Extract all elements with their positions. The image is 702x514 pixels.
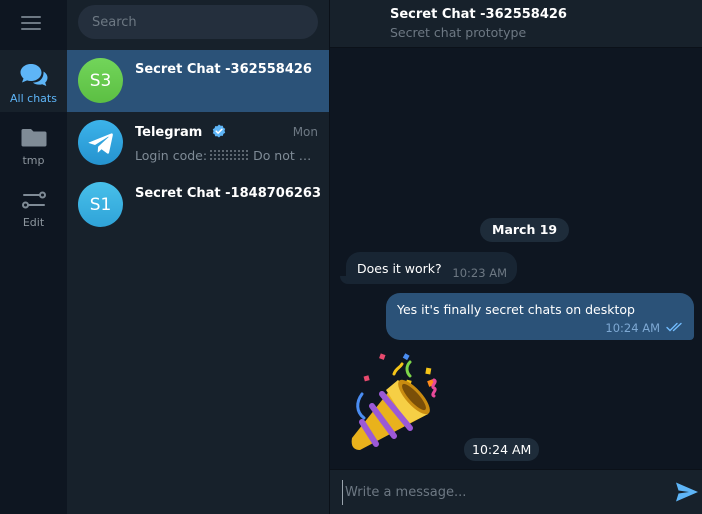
conversation-header[interactable]: Secret Chat -362558426 Secret chat proto… bbox=[330, 0, 702, 48]
folder-tmp[interactable]: tmp bbox=[0, 112, 67, 174]
chat-list-item[interactable]: S1 Secret Chat -1848706263 bbox=[67, 174, 329, 236]
message-text: Yes it's finally secret chats on desktop bbox=[397, 302, 635, 317]
avatar bbox=[78, 120, 123, 165]
folder-icon bbox=[21, 129, 46, 147]
verified-icon bbox=[212, 124, 226, 138]
search-input[interactable] bbox=[78, 5, 318, 39]
menu-icon[interactable] bbox=[21, 16, 41, 30]
message-time: 10:24 AM bbox=[464, 438, 540, 461]
folder-label: tmp bbox=[22, 154, 45, 167]
folder-rail: All chats tmp Edit bbox=[0, 0, 67, 514]
chat-list: S3 Secret Chat -362558426 Telegram Mon L… bbox=[67, 0, 329, 514]
message-outgoing[interactable]: Yes it's finally secret chats on desktop… bbox=[386, 293, 694, 340]
message-input[interactable] bbox=[342, 480, 662, 505]
conversation-subtitle: Secret chat prototype bbox=[390, 25, 527, 40]
folder-label: Edit bbox=[22, 216, 45, 229]
date-separator: March 19 bbox=[480, 218, 570, 242]
chat-preview: Login code: Do not gi... bbox=[135, 148, 319, 163]
message-time: 10:23 AM bbox=[452, 266, 507, 280]
message-composer bbox=[330, 469, 702, 514]
party-popper-icon[interactable] bbox=[348, 350, 452, 458]
chat-time: Mon bbox=[292, 125, 318, 139]
folder-edit[interactable]: Edit bbox=[0, 174, 67, 236]
conversation-title: Secret Chat -362558426 bbox=[390, 7, 567, 22]
chat-name: Secret Chat -362558426 bbox=[135, 62, 312, 77]
message-incoming[interactable]: Does it work? 10:23 AM bbox=[346, 252, 517, 284]
read-checkmarks-icon bbox=[666, 322, 682, 332]
chat-name: Secret Chat -1848706263 bbox=[135, 186, 322, 201]
message-time: 10:24 AM bbox=[605, 321, 660, 335]
chat-name: Telegram bbox=[135, 124, 226, 140]
avatar: S1 bbox=[78, 182, 123, 227]
chat-list-item[interactable]: S3 Secret Chat -362558426 bbox=[67, 50, 329, 112]
conversation-pane: Secret Chat -362558426 Secret chat proto… bbox=[329, 0, 702, 514]
chats-icon bbox=[20, 64, 47, 86]
chat-list-item[interactable]: Telegram Mon Login code: Do not gi... bbox=[67, 112, 329, 174]
sliders-icon bbox=[21, 191, 46, 209]
send-icon[interactable] bbox=[675, 481, 699, 503]
folder-all-chats[interactable]: All chats bbox=[0, 50, 67, 112]
spoiler-blur bbox=[209, 149, 250, 162]
telegram-logo-icon bbox=[88, 132, 113, 154]
message-text: Does it work? bbox=[357, 261, 442, 276]
avatar: S3 bbox=[78, 58, 123, 103]
folder-label: All chats bbox=[10, 92, 57, 105]
